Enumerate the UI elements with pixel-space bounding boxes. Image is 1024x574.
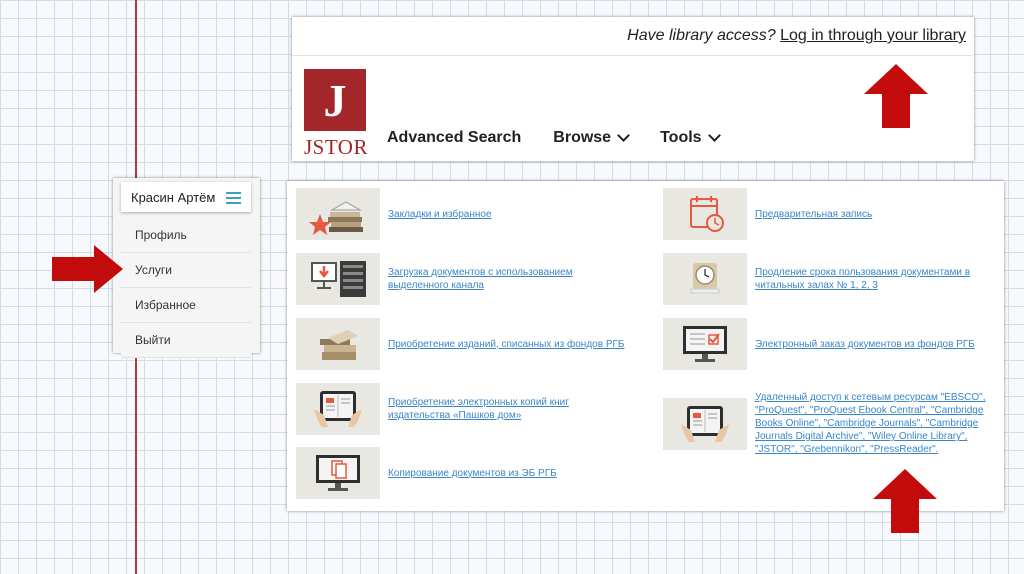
chevron-down-icon xyxy=(617,128,630,142)
arrow-right-icon xyxy=(52,245,123,293)
hamburger-icon[interactable] xyxy=(226,192,241,204)
jstor-nav: Advanced Search Browse Tools xyxy=(387,128,751,147)
menu-item-services[interactable]: Услуги xyxy=(121,253,251,288)
monitor-document-icon xyxy=(296,447,380,499)
user-menu-screenshot: Красин Артём Профиль Услуги Избранное Вы… xyxy=(113,178,260,358)
service-item[interactable]: Удаленный доступ к сетевым ресурсам "EBS… xyxy=(663,391,998,456)
browse-menu[interactable]: Browse xyxy=(553,128,630,147)
book-stack-icon xyxy=(296,318,380,370)
books-star-icon xyxy=(296,188,380,240)
service-link[interactable]: Загрузка документов с использованием выд… xyxy=(388,266,598,292)
library-access-text: Have library access? Log in through your… xyxy=(627,27,966,45)
service-item[interactable]: Загрузка документов с использованием выд… xyxy=(296,253,598,305)
advanced-search-link[interactable]: Advanced Search xyxy=(387,129,521,147)
jstor-logo-mark: J xyxy=(304,69,366,131)
jstor-topbar: Have library access? Log in through your… xyxy=(292,17,974,56)
user-menu-header[interactable]: Красин Артём xyxy=(121,182,251,212)
user-menu-list: Профиль Услуги Избранное Выйти xyxy=(121,218,251,358)
service-link[interactable]: Удаленный доступ к сетевым ресурсам "EBS… xyxy=(755,391,998,456)
service-item[interactable]: Закладки и избранное xyxy=(296,188,628,240)
server-download-icon xyxy=(296,253,380,305)
user-name: Красин Артём xyxy=(131,190,216,205)
service-link[interactable]: Приобретение изданий, списанных из фондо… xyxy=(388,338,628,351)
tablet-ebook-icon xyxy=(296,383,380,435)
jstor-logo-letter: J xyxy=(323,74,347,126)
service-link[interactable]: Приобретение электронных копий книг изда… xyxy=(388,396,628,422)
jstor-logo[interactable]: J JSTOR xyxy=(304,69,368,159)
library-access-question: Have library access? xyxy=(627,27,776,44)
services-panel: Закладки и избранное Загрузка документов… xyxy=(287,181,1004,511)
menu-item-profile[interactable]: Профиль xyxy=(121,218,251,253)
arrow-up-icon xyxy=(864,64,928,128)
jstor-logo-word: JSTOR xyxy=(304,135,368,159)
table-clock-icon xyxy=(663,253,747,305)
service-item[interactable]: Электронный заказ документов из фондов Р… xyxy=(663,318,995,370)
service-link[interactable]: Закладки и избранное xyxy=(388,208,628,221)
library-login-link[interactable]: Log in through your library xyxy=(780,27,966,44)
tools-menu[interactable]: Tools xyxy=(660,128,721,147)
service-item[interactable]: Приобретение электронных копий книг изда… xyxy=(296,383,628,435)
service-item[interactable]: Приобретение изданий, списанных из фондо… xyxy=(296,318,628,370)
menu-item-favorites[interactable]: Избранное xyxy=(121,288,251,323)
service-item[interactable]: Продление срока пользования документами … xyxy=(663,253,991,305)
calendar-clock-icon xyxy=(663,188,747,240)
service-link[interactable]: Электронный заказ документов из фондов Р… xyxy=(755,338,995,351)
monitor-checklist-icon xyxy=(663,318,747,370)
tablet-ebook-icon xyxy=(663,397,747,450)
service-link[interactable]: Продление срока пользования документами … xyxy=(755,266,991,292)
service-item[interactable]: Предварительная запись xyxy=(663,188,995,240)
service-link[interactable]: Предварительная запись xyxy=(755,208,995,221)
chevron-down-icon xyxy=(707,128,721,142)
menu-item-logout[interactable]: Выйти xyxy=(121,323,251,358)
service-link[interactable]: Копирование документов из ЭБ РГБ xyxy=(388,467,628,480)
arrow-up-icon xyxy=(873,469,937,533)
service-item[interactable]: Копирование документов из ЭБ РГБ xyxy=(296,447,628,499)
